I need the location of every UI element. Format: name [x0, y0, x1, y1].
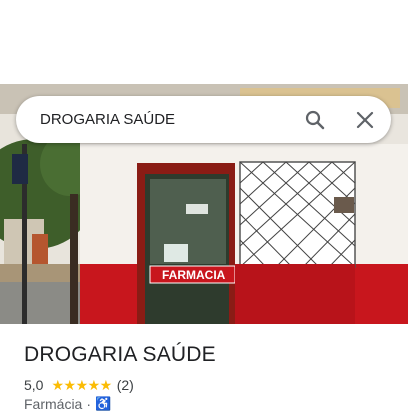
review-count[interactable]: (2)	[117, 377, 134, 393]
search-button[interactable]	[303, 108, 327, 132]
close-icon	[356, 111, 374, 129]
rating-row[interactable]: 5,0 ★★★★★ (2)	[24, 376, 134, 394]
separator: ·	[86, 396, 92, 412]
close-button[interactable]	[353, 108, 377, 132]
category-row: Farmácia · ♿	[24, 396, 111, 412]
wheelchair-icon: ♿	[95, 396, 112, 411]
place-title: DROGARIA SAÚDE	[24, 343, 216, 366]
search-input[interactable]: DROGARIA SAÚDE	[40, 96, 175, 143]
rating-stars: ★★★★★	[51, 376, 112, 393]
place-category[interactable]: Farmácia	[24, 396, 82, 412]
pharmacy-sign: FARMACIA	[162, 268, 226, 282]
search-bar[interactable]: DROGARIA SAÚDE	[16, 96, 391, 143]
search-icon	[305, 110, 325, 130]
rating-value: 5,0	[24, 377, 44, 393]
